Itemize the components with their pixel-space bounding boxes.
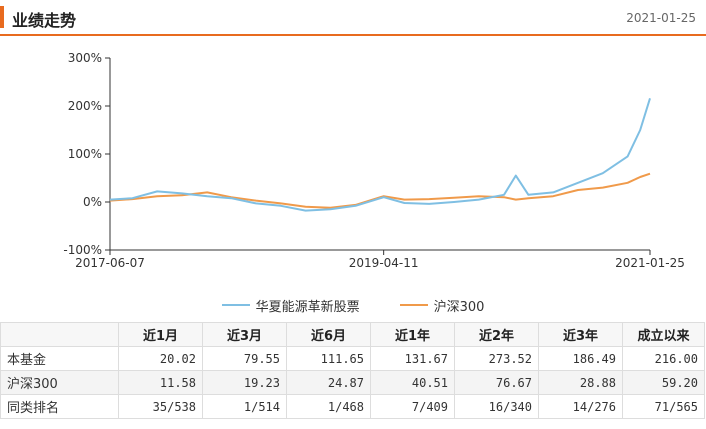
table-row: 同类排名 35/538 1/514 1/468 7/409 16/340 14/… <box>0 394 705 419</box>
row-label: 沪深300 <box>0 370 119 395</box>
y-tick-label: 0% <box>83 195 102 209</box>
table-cell: 28.88 <box>538 370 623 395</box>
section-title: 业绩走势 <box>12 11 77 30</box>
table-cell: 1/468 <box>286 394 371 419</box>
legend-label-fund: 华夏能源革新股票 <box>255 299 360 315</box>
table-cell: 71/565 <box>622 394 705 419</box>
section-header: 业绩走势 2021-01-25 <box>0 0 706 36</box>
chart-legend: 华夏能源革新股票 沪深300 <box>0 292 706 318</box>
legend-item-fund[interactable]: 华夏能源革新股票 <box>221 296 360 315</box>
table-cell: 79.55 <box>202 346 287 371</box>
table-cell: 76.67 <box>454 370 539 395</box>
table-cell: 24.87 <box>286 370 371 395</box>
column-header: 成立以来 <box>622 322 705 347</box>
column-header: 近1年 <box>370 322 455 347</box>
table-cell: 40.51 <box>370 370 455 395</box>
legend-item-index[interactable]: 沪深300 <box>399 296 485 315</box>
legend-swatch-index <box>399 304 428 306</box>
table-cell: 186.49 <box>538 346 623 371</box>
table-header-row: 近1月 近3月 近6月 近1年 近2年 近3年 成立以来 <box>0 322 705 347</box>
y-tick-label: 300% <box>68 51 102 65</box>
table-cell: 19.23 <box>202 370 287 395</box>
column-header: 近3年 <box>538 322 623 347</box>
table-cell: 1/514 <box>202 394 287 419</box>
series-line-fund <box>109 98 651 212</box>
y-tick-label: -100% <box>63 243 102 257</box>
column-header: 近6月 <box>286 322 371 347</box>
x-tick-label: 2017-06-07 <box>75 256 145 270</box>
table-cell: 131.67 <box>370 346 455 371</box>
table-cell: 59.20 <box>622 370 705 395</box>
table-row: 本基金 20.02 79.55 111.65 131.67 273.52 186… <box>0 346 705 371</box>
x-tick-label: 2019-04-11 <box>349 256 419 270</box>
table-cell: 20.02 <box>118 346 203 371</box>
table-cell: 273.52 <box>454 346 539 371</box>
performance-chart: 300% 200% 100% 0% -100%2017-06-07 2019-04-11 2… <box>63 51 685 270</box>
y-tick-label: 100% <box>68 147 102 161</box>
column-header: 近1月 <box>118 322 203 347</box>
table-row: 沪深300 11.58 19.23 24.87 40.51 76.67 28.8… <box>0 370 705 395</box>
legend-swatch-fund <box>221 304 250 306</box>
row-label: 本基金 <box>0 346 119 371</box>
table-cell: 35/538 <box>118 394 203 419</box>
table-cell: 216.00 <box>622 346 705 371</box>
as-of-date: 2021-01-25 <box>626 11 696 25</box>
y-tick-label: 200% <box>68 99 102 113</box>
table-cell: 14/276 <box>538 394 623 419</box>
x-tick-label: 2021-01-25 <box>615 256 685 270</box>
series-line-index <box>109 172 651 209</box>
column-header: 近2年 <box>454 322 539 347</box>
table-cell: 11.58 <box>118 370 203 395</box>
column-header <box>0 322 119 347</box>
table-cell: 16/340 <box>454 394 539 419</box>
table-cell: 111.65 <box>286 346 371 371</box>
accent-bar <box>0 6 4 28</box>
column-header: 近3月 <box>202 322 287 347</box>
performance-table: 近1月 近3月 近6月 近1年 近2年 近3年 成立以来 本基金 20.02 7… <box>0 322 705 419</box>
row-label: 同类排名 <box>0 394 119 419</box>
table-cell: 7/409 <box>370 394 455 419</box>
legend-label-index: 沪深300 <box>433 299 485 315</box>
